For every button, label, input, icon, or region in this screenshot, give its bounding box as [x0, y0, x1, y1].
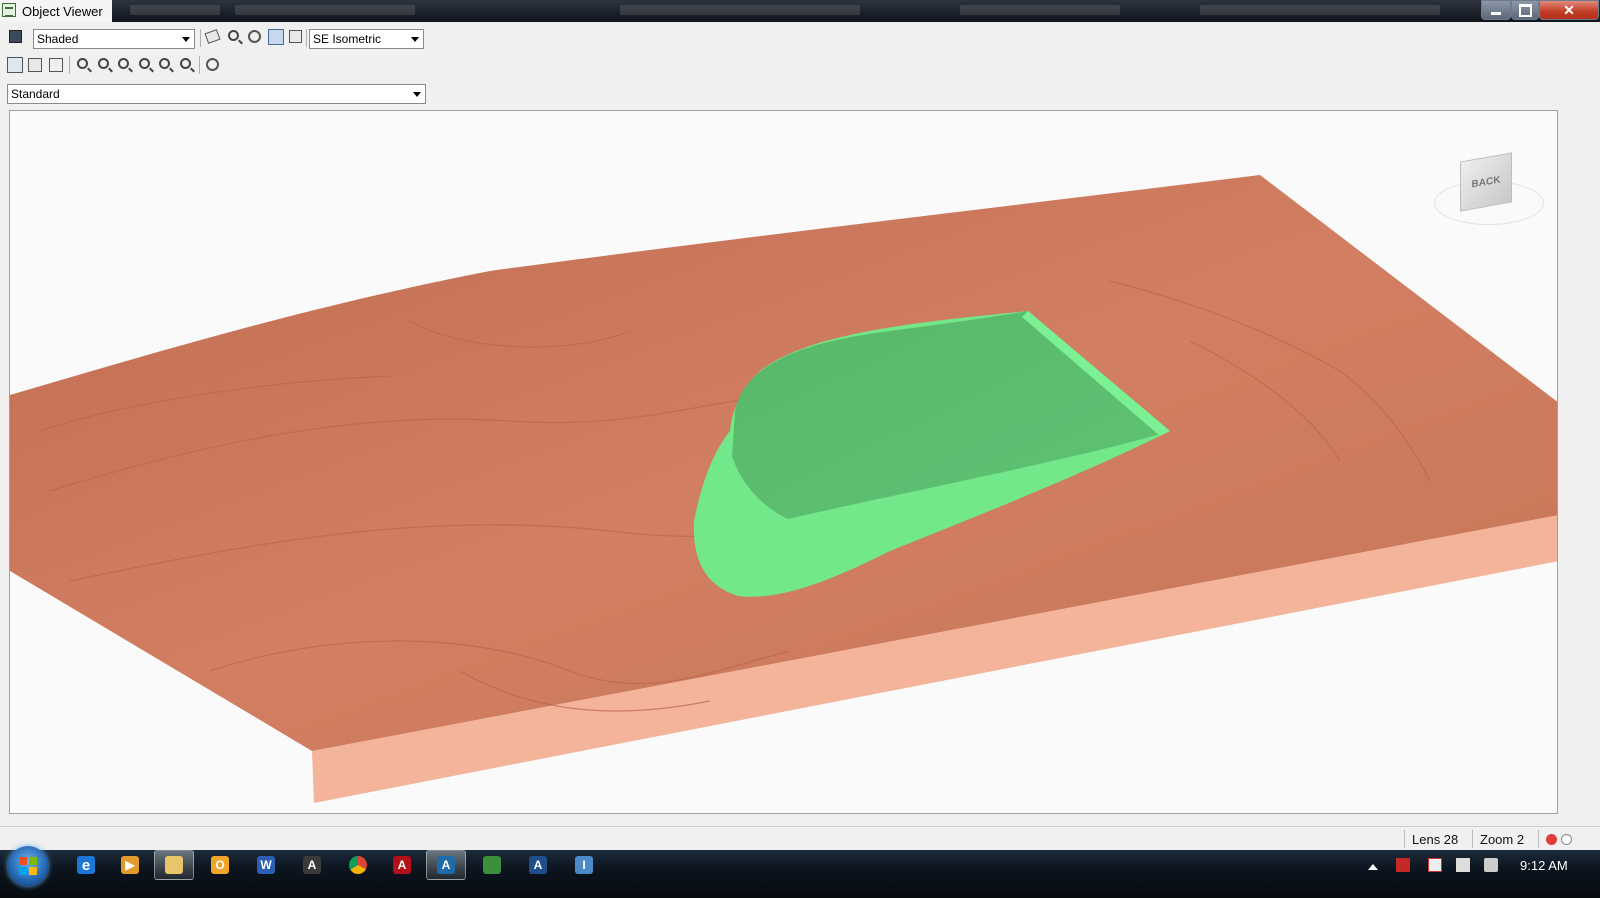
infraworks-icon: I: [575, 856, 593, 874]
toolbar-separator: [306, 29, 307, 47]
status-divider: [1404, 830, 1405, 848]
minimize-icon: [1491, 11, 1501, 15]
civil3d-icon: A: [437, 856, 455, 874]
zoom-dynamic-icon[interactable]: [118, 58, 129, 69]
status-divider: [1538, 830, 1539, 848]
media-player-icon: ▶: [121, 856, 139, 874]
background-window-ghost: [960, 5, 1120, 15]
window-title: Object Viewer: [22, 4, 103, 19]
view-preset-dropdown[interactable]: SE Isometric: [309, 29, 424, 49]
network-icon[interactable]: [1456, 858, 1470, 872]
taskbar-file-explorer[interactable]: [154, 850, 194, 880]
previous-icon[interactable]: [49, 58, 63, 72]
camera-icon[interactable]: [289, 30, 302, 43]
record-indicator-icon[interactable]: [1546, 834, 1557, 845]
zoom-out-icon[interactable]: [159, 58, 170, 69]
background-window-ghost: [130, 5, 220, 15]
acrobat-icon: A: [393, 856, 411, 874]
visual-style-dropdown[interactable]: Shaded: [33, 29, 195, 49]
toolbar-separator: [69, 56, 70, 74]
chrome-icon: [349, 856, 367, 874]
viewcube-label: BACK: [1471, 173, 1501, 191]
background-window-ghost: [1200, 5, 1440, 15]
3d-viewport[interactable]: BACK: [9, 110, 1558, 814]
status-bar: Lens 28 Zoom 2: [0, 826, 1600, 851]
toolbar-row-1: Shaded SE Isometric: [0, 26, 440, 52]
taskbar-outlook[interactable]: O: [200, 850, 240, 880]
taskbar-media-player[interactable]: ▶: [110, 850, 150, 880]
clock[interactable]: 9:12 AM: [1520, 858, 1568, 873]
taskbar-acrobat[interactable]: A: [382, 850, 422, 880]
start-button[interactable]: [8, 846, 48, 886]
model-canvas: [10, 175, 1557, 803]
toolbar-separator: [200, 29, 201, 47]
constrained-orbit-icon[interactable]: [268, 29, 284, 45]
zoom-in-icon[interactable]: [139, 58, 150, 69]
chevron-down-icon: [411, 37, 419, 42]
maximize-button[interactable]: [1511, 0, 1539, 20]
design-tool-icon: A: [303, 856, 321, 874]
volume-icon[interactable]: [1484, 858, 1498, 872]
view-preset-value: SE Isometric: [313, 32, 382, 46]
taskbar-internet-explorer[interactable]: e: [66, 850, 106, 880]
maximize-icon: [1518, 3, 1532, 17]
taskbar-spreadsheet[interactable]: [472, 850, 512, 880]
taskbar-chrome[interactable]: [338, 850, 378, 880]
close-icon: ✕: [1563, 1, 1575, 18]
taskbar-civil3d[interactable]: A: [426, 850, 466, 880]
visual-style-value: Shaded: [37, 32, 79, 46]
lens-readout: Lens 28: [1412, 832, 1459, 847]
idle-indicator-icon[interactable]: [1561, 834, 1572, 845]
word-icon: W: [257, 856, 275, 874]
taskbar-design-tool[interactable]: A: [292, 850, 332, 880]
chevron-down-icon: [182, 37, 190, 42]
background-window-ghost: [235, 5, 415, 15]
chevron-down-icon: [413, 92, 421, 97]
outlook-icon: O: [211, 856, 229, 874]
save-icon[interactable]: [9, 30, 22, 43]
close-button[interactable]: ✕: [1539, 0, 1599, 20]
viewcube[interactable]: BACK: [1430, 151, 1550, 231]
pdf-tray-icon[interactable]: [1396, 858, 1410, 872]
window-icon[interactable]: [28, 58, 42, 72]
spreadsheet-icon: [483, 856, 501, 874]
zoom-all-icon[interactable]: [180, 58, 191, 69]
status-divider: [1472, 830, 1473, 848]
3d-orbit-icon[interactable]: [248, 30, 261, 43]
folder-icon: [165, 856, 183, 874]
zoom-icon[interactable]: [228, 30, 239, 41]
named-view-value: Standard: [11, 87, 60, 101]
zoom-window-icon[interactable]: [98, 58, 109, 69]
toolbar-separator: [199, 56, 200, 74]
zoom-realtime-icon[interactable]: [77, 58, 88, 69]
action-center-icon[interactable]: [1428, 858, 1442, 872]
pan-icon[interactable]: [206, 58, 219, 71]
viewcube-face-back[interactable]: BACK: [1460, 152, 1512, 212]
title-bar-left: Object Viewer: [0, 0, 112, 22]
taskbar-infraworks[interactable]: I: [564, 850, 604, 880]
taskbar-autocad[interactable]: A: [518, 850, 558, 880]
taskbar: e ▶ O W A A A A I 9:12 AM: [0, 846, 1600, 898]
internet-explorer-icon: e: [77, 856, 95, 874]
named-view-dropdown[interactable]: Standard: [7, 84, 426, 104]
minimize-button[interactable]: [1481, 0, 1511, 20]
background-window-ghost: [620, 5, 860, 15]
taskbar-word[interactable]: W: [246, 850, 286, 880]
object-viewer-icon: [2, 3, 16, 17]
title-bar: Object Viewer ✕: [0, 0, 1600, 22]
autocad-icon: A: [529, 856, 547, 874]
show-hidden-icons-icon[interactable]: [1368, 864, 1378, 870]
zoom-readout: Zoom 2: [1480, 832, 1525, 847]
orbit-icon[interactable]: [204, 29, 221, 44]
extents-icon[interactable]: [7, 57, 23, 73]
